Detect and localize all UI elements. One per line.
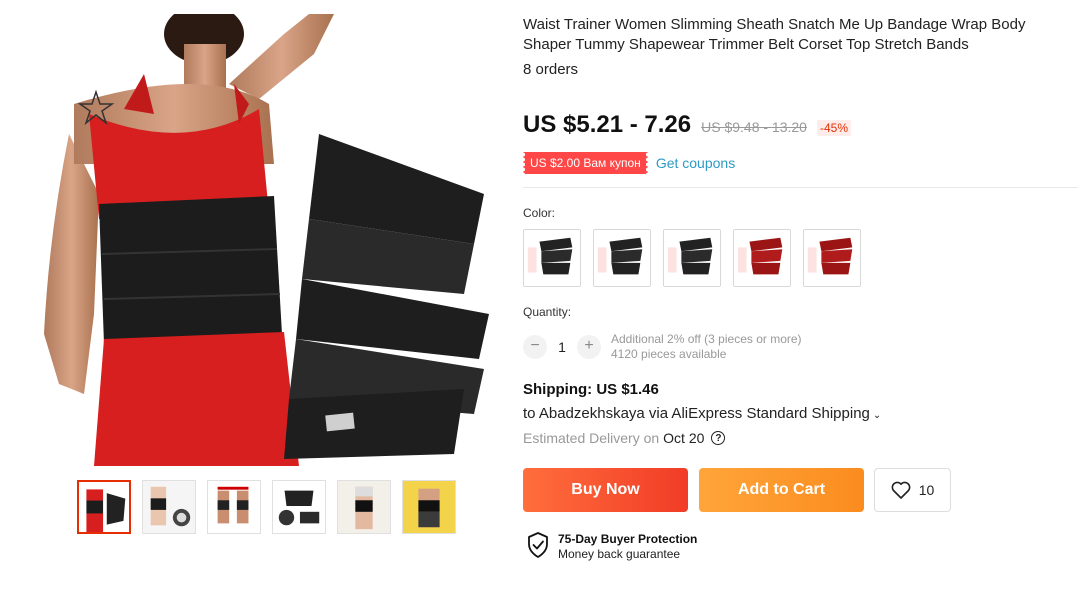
thumbnail[interactable] (402, 480, 456, 534)
quantity-label: Quantity: (523, 305, 572, 319)
color-swatches (523, 229, 861, 287)
shipping-destination[interactable]: to Abadzekhskaya via AliExpress Standard… (523, 405, 881, 422)
color-swatch-black[interactable] (663, 229, 721, 287)
quantity-stepper: − 1 + Additional 2% off (3 pieces or mor… (523, 332, 802, 362)
color-swatch-black[interactable] (523, 229, 581, 287)
thumbnail-strip (77, 480, 456, 534)
color-label: Color: (523, 206, 556, 220)
delivery-label: Estimated Delivery on (523, 430, 660, 446)
price-row: US $5.21 - 7.26 US $9.48 - 13.20 -45% (523, 111, 851, 139)
quantity-input[interactable]: 1 (547, 339, 577, 355)
color-swatch-red[interactable] (803, 229, 861, 287)
coupon-row: US $2.00 Вам купон Get coupons (521, 152, 735, 174)
thumbnail[interactable] (272, 480, 326, 534)
thumbnail[interactable] (207, 480, 261, 534)
main-product-image[interactable] (34, 14, 489, 466)
thumbnail[interactable] (142, 480, 196, 534)
product-title: Waist Trainer Women Slimming Sheath Snat… (523, 16, 1026, 53)
thumbnail[interactable] (337, 480, 391, 534)
bulk-discount-note: Additional 2% off (3 pieces or more) (611, 332, 802, 346)
chevron-down-icon: ⌄ (872, 410, 882, 421)
increase-quantity-button[interactable]: + (577, 335, 601, 359)
divider (523, 187, 1078, 188)
help-icon[interactable]: ? (711, 431, 726, 445)
coupon-badge[interactable]: US $2.00 Вам купон (521, 152, 650, 174)
add-to-cart-button[interactable]: Add to Cart (699, 468, 864, 512)
wishlist-count: 10 (918, 482, 935, 498)
color-swatch-red[interactable] (733, 229, 791, 287)
get-coupons-link[interactable]: Get coupons (656, 155, 735, 171)
orders-count: 8 orders (523, 61, 579, 78)
buyer-protection-subtitle: Money back guarantee (558, 547, 681, 561)
shipping-destination-text: to Abadzekhskaya via AliExpress Standard… (523, 405, 870, 422)
shield-check-icon (528, 532, 548, 558)
discount-badge: -45% (816, 120, 851, 136)
quantity-notes: Additional 2% off (3 pieces or more) 412… (611, 332, 802, 362)
decrease-quantity-button[interactable]: − (523, 335, 547, 359)
color-swatch-black[interactable] (593, 229, 651, 287)
current-price: US $5.21 - 7.26 (523, 111, 692, 138)
shipping-cost: Shipping: US $1.46 (523, 381, 659, 398)
wishlist-button[interactable]: 10 (874, 468, 951, 512)
heart-icon (891, 481, 911, 499)
buyer-protection-title: 75-Day Buyer Protection (558, 532, 698, 546)
original-price: US $9.48 - 13.20 (701, 119, 807, 135)
buy-now-button[interactable]: Buy Now (523, 468, 688, 512)
stock-available: 4120 pieces available (611, 347, 727, 361)
buyer-protection: 75-Day Buyer Protection Money back guara… (527, 532, 697, 562)
thumbnail[interactable] (77, 480, 131, 534)
delivery-date: Oct 20 (663, 430, 705, 446)
estimated-delivery: Estimated Delivery on Oct 20 ? (523, 430, 726, 446)
